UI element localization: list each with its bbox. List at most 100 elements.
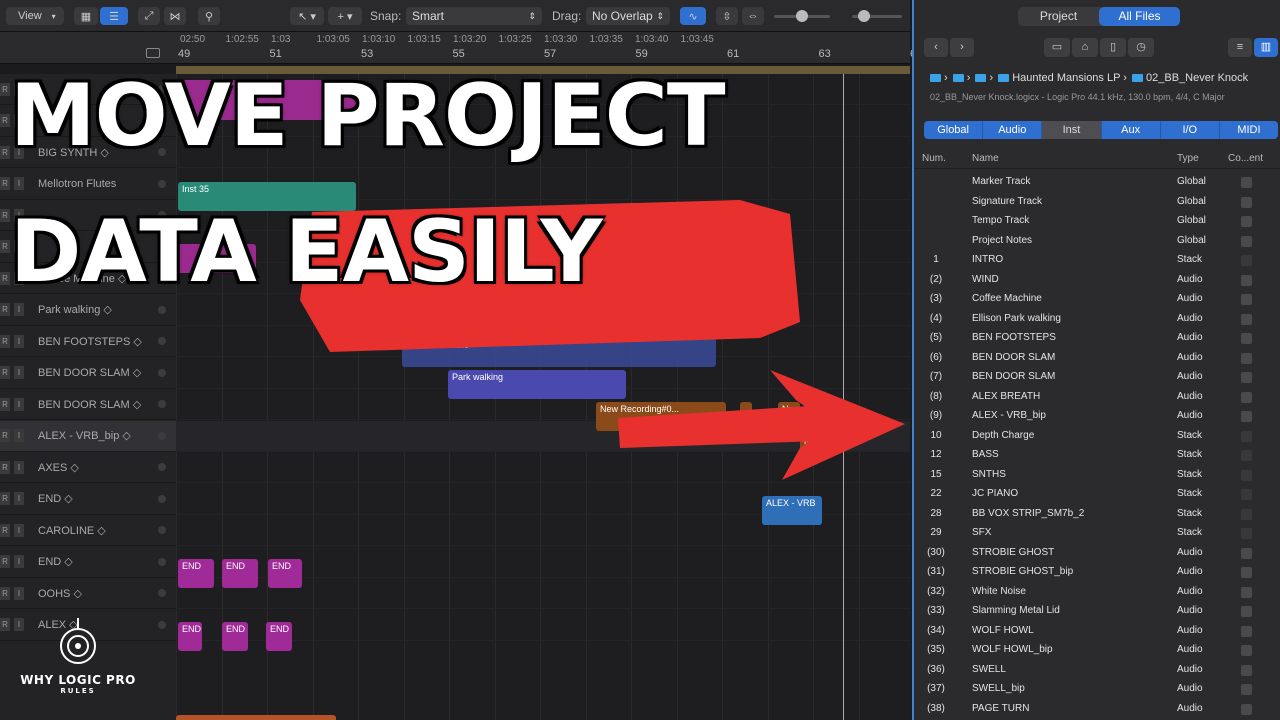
column-num[interactable]: Num.	[922, 153, 946, 164]
item-checkbox[interactable]	[1241, 450, 1252, 461]
input-monitor-button[interactable]: I	[14, 334, 24, 348]
track-header[interactable]: R I BEN DOOR SLAM ◇	[0, 358, 176, 389]
list-item[interactable]: (7) BEN DOOR SLAM Audio	[914, 367, 1280, 387]
track-header[interactable]: R I OOHS ◇	[0, 578, 176, 609]
list-item[interactable]: (9) ALEX - VRB_bip Audio	[914, 406, 1280, 426]
record-enable-button[interactable]: R	[0, 177, 10, 190]
input-monitor-button[interactable]: I	[14, 523, 24, 537]
filter-tab[interactable]: Inst	[1042, 121, 1102, 139]
list-item[interactable]: 12 BASS Stack	[914, 445, 1280, 465]
list-item[interactable]: (3) Coffee Machine Audio	[914, 289, 1280, 309]
item-checkbox[interactable]	[1241, 216, 1252, 227]
item-checkbox[interactable]	[1241, 177, 1252, 188]
item-checkbox[interactable]	[1241, 606, 1252, 617]
record-enable-button[interactable]: R	[0, 145, 10, 159]
track-header[interactable]: R I BEN FOOTSTEPS ◇	[0, 326, 176, 357]
record-enable-button[interactable]: R	[0, 460, 10, 474]
region-new-recording[interactable]: New Recording#0...	[596, 402, 726, 431]
filter-tab[interactable]: Aux	[1102, 121, 1161, 139]
record-enable-button[interactable]: R	[0, 303, 10, 316]
list-item[interactable]: 1 INTRO Stack	[914, 250, 1280, 270]
column-type[interactable]: Type	[1177, 153, 1199, 164]
region-end-4[interactable]: END	[178, 622, 202, 651]
item-checkbox[interactable]	[1241, 508, 1252, 520]
list-item[interactable]: (2) WIND Audio	[914, 270, 1280, 290]
input-monitor-button[interactable]: I	[14, 366, 24, 379]
item-checkbox[interactable]	[1241, 664, 1252, 676]
item-checkbox[interactable]	[1241, 235, 1252, 247]
forward-icon[interactable]: ›	[950, 38, 974, 57]
list-item[interactable]: (5) BEN FOOTSTEPS Audio	[914, 328, 1280, 348]
track-header[interactable]: R I BEN DOOR SLAM ◇	[0, 389, 176, 420]
list-item[interactable]: 29 SFX Stack	[914, 523, 1280, 543]
drag-select[interactable]: No Overlap ⇕	[586, 7, 670, 25]
column-content[interactable]: Co...ent	[1228, 153, 1263, 164]
list-item[interactable]: 28 BB VOX STRIP_SM7b_2 Stack	[914, 504, 1280, 524]
waveform-zoom-button[interactable]: ∿	[680, 7, 706, 25]
item-checkbox[interactable]	[1241, 489, 1252, 500]
recent-icon[interactable]: ◷	[1128, 38, 1154, 57]
track-header[interactable]: R I Mellotron Flutes	[0, 169, 176, 200]
horizontal-zoom-icon[interactable]: ⇔	[742, 7, 764, 25]
item-checkbox[interactable]	[1241, 196, 1252, 208]
document-icon[interactable]: ▯	[1100, 38, 1126, 57]
input-monitor-button[interactable]: I	[14, 303, 24, 316]
list-item[interactable]: (35) WOLF HOWL_bip Audio	[914, 640, 1280, 660]
grid-view-button[interactable]: ▦	[74, 7, 98, 25]
region-n[interactable]: N	[800, 434, 814, 463]
item-checkbox[interactable]	[1241, 645, 1252, 656]
input-monitor-button[interactable]: I	[14, 429, 24, 442]
slider-knob[interactable]	[858, 10, 870, 22]
item-checkbox[interactable]	[1241, 352, 1252, 364]
region-small-orange[interactable]	[740, 402, 752, 431]
item-checkbox[interactable]	[1241, 255, 1252, 266]
flex-icon[interactable]: ⋈	[164, 7, 186, 25]
list-item[interactable]: (34) WOLF HOWL Audio	[914, 621, 1280, 641]
item-checkbox[interactable]	[1241, 333, 1252, 344]
list-view-button[interactable]: ☰	[100, 7, 128, 25]
list-item[interactable]: (38) PAGE TURN Audio	[914, 699, 1280, 719]
list-item[interactable]: 15 SNTHS Stack	[914, 465, 1280, 485]
list-item[interactable]: Signature Track Global	[914, 192, 1280, 212]
record-enable-button[interactable]: R	[0, 586, 10, 600]
global-tracks-icon[interactable]	[146, 48, 160, 58]
snap-select[interactable]: Smart ⇕	[406, 7, 542, 25]
record-enable-button[interactable]: R	[0, 114, 10, 127]
region-alex-vrb[interactable]: ALEX - VRB	[762, 496, 822, 525]
pointer-tool-menu[interactable]: ↖ ▾	[290, 7, 324, 25]
input-monitor-button[interactable]: I	[14, 586, 24, 600]
slider-knob[interactable]	[796, 10, 808, 22]
computer-icon[interactable]: ▭	[1044, 38, 1070, 57]
list-item[interactable]: (6) BEN DOOR SLAM Audio	[914, 348, 1280, 368]
input-monitor-button[interactable]: I	[14, 397, 24, 411]
record-enable-button[interactable]: R	[0, 208, 10, 222]
input-monitor-button[interactable]: I	[14, 177, 24, 190]
region-bottom-orange[interactable]	[176, 715, 336, 720]
automation-icon[interactable]: ⤢	[138, 7, 160, 25]
item-checkbox[interactable]	[1241, 294, 1252, 305]
item-checkbox[interactable]	[1241, 372, 1252, 383]
item-checkbox[interactable]	[1241, 469, 1252, 481]
record-enable-button[interactable]: R	[0, 397, 10, 411]
arrange-area[interactable]: Inst 35 Coffee machine Park walking New …	[176, 74, 910, 720]
track-header[interactable]: R I END ◇	[0, 484, 176, 515]
record-enable-button[interactable]: R	[0, 271, 10, 285]
list-item[interactable]: Marker Track Global	[914, 172, 1280, 192]
view-menu[interactable]: View ▾	[6, 7, 64, 25]
item-checkbox[interactable]	[1241, 313, 1252, 325]
home-icon[interactable]: ⌂	[1072, 38, 1098, 57]
column-name[interactable]: Name	[972, 153, 999, 164]
track-header[interactable]: R I CAROLINE ◇	[0, 515, 176, 546]
region-end-5[interactable]: END	[222, 622, 248, 651]
list-item[interactable]: (8) ALEX BREATH Audio	[914, 387, 1280, 407]
record-enable-button[interactable]: R	[0, 334, 10, 348]
region-end-3[interactable]: END	[268, 559, 302, 588]
item-checkbox[interactable]	[1241, 567, 1252, 578]
track-header[interactable]: R I ALEX - VRB_bip ◇	[0, 420, 176, 452]
column-mode-icon[interactable]: ▥	[1254, 38, 1278, 57]
list-item[interactable]: (4) Ellison Park walking Audio	[914, 309, 1280, 329]
region-nr[interactable]: Nr	[778, 402, 800, 431]
track-header[interactable]: R I AXES ◇	[0, 452, 176, 483]
record-enable-button[interactable]: R	[0, 82, 10, 96]
item-checkbox[interactable]	[1241, 703, 1252, 715]
